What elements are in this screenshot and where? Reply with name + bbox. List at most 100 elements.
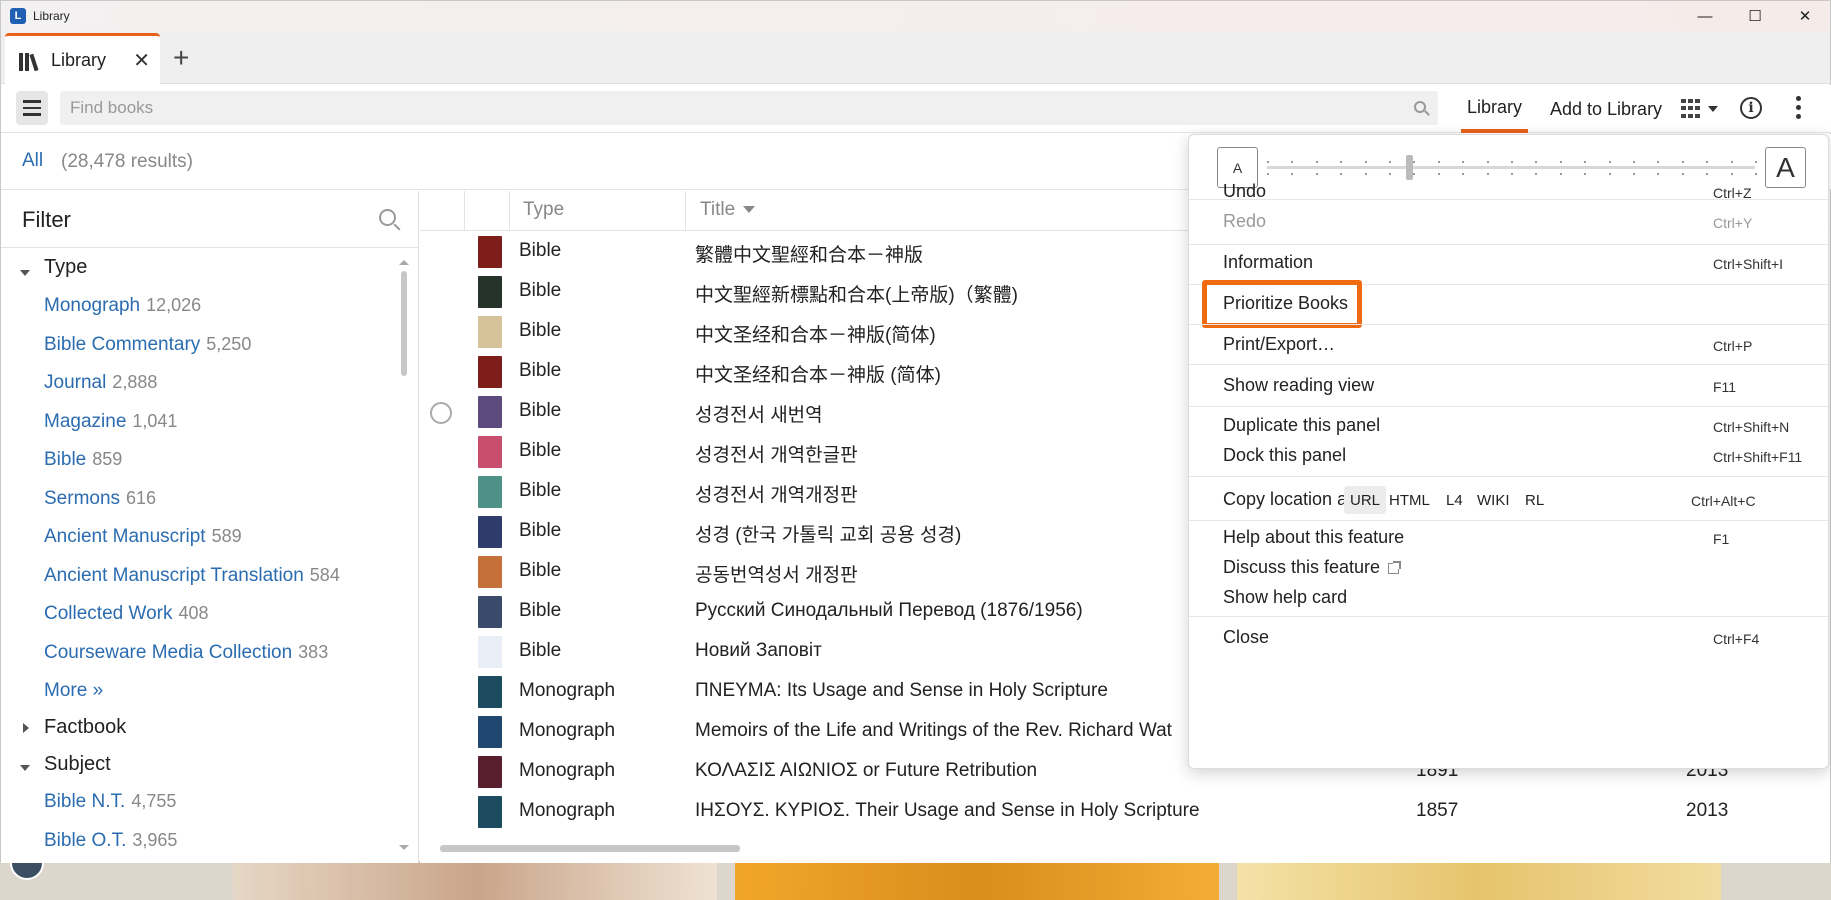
- cell-title[interactable]: ΙΗΣΟΥΣ. ΚΥΡΙΟΣ. Their Usage and Sense in…: [695, 800, 1200, 822]
- filter-item[interactable]: Sermons 616: [44, 488, 156, 510]
- column-header-title[interactable]: Title: [700, 199, 756, 221]
- filter-item[interactable]: Bible N.T. 4,755: [44, 791, 176, 813]
- copy-format-wiki[interactable]: WIKI: [1471, 486, 1516, 514]
- info-icon[interactable]: i: [1740, 97, 1762, 119]
- book-cover: [478, 316, 502, 348]
- slider-tick: [1559, 173, 1562, 175]
- caret-down-icon[interactable]: [20, 765, 30, 771]
- chevron-down-icon[interactable]: [1708, 106, 1718, 112]
- filter-item[interactable]: Courseware Media Collection 383: [44, 642, 328, 664]
- menu-item-redo[interactable]: Redo: [1223, 211, 1266, 232]
- filter-item[interactable]: Collected Work 408: [44, 603, 209, 625]
- menu-item-print-export[interactable]: Print/Export…: [1223, 334, 1335, 355]
- search-icon[interactable]: [379, 209, 396, 226]
- filter-scrollbar[interactable]: [401, 271, 407, 376]
- grid-view-icon[interactable]: [1681, 99, 1703, 119]
- cell-title[interactable]: 성경전서 개역한글판: [695, 440, 858, 467]
- filter-item[interactable]: Journal 2,888: [44, 372, 157, 394]
- horizontal-scrollbar[interactable]: [440, 845, 740, 852]
- menu-item-information[interactable]: Information: [1223, 252, 1313, 273]
- column-header-type[interactable]: Type: [523, 199, 564, 221]
- caret-down-icon[interactable]: [20, 270, 30, 276]
- add-tab-button[interactable]: +: [173, 44, 189, 72]
- tab-close-icon[interactable]: ✕: [133, 48, 150, 73]
- text-size-slider[interactable]: [1267, 166, 1755, 169]
- menu-item-dock-panel[interactable]: Dock this panel: [1223, 445, 1346, 466]
- row-select-radio[interactable]: [430, 402, 452, 424]
- menu-item-help-card[interactable]: Show help card: [1223, 587, 1347, 608]
- filter-group-factbook[interactable]: Factbook: [44, 716, 126, 739]
- filter-item[interactable]: Magazine 1,041: [44, 411, 177, 433]
- hamburger-menu-button[interactable]: [16, 91, 48, 125]
- filter-item[interactable]: Bible Commentary 5,250: [44, 334, 251, 356]
- more-options-icon[interactable]: [1796, 96, 1801, 119]
- cell-title[interactable]: 中文聖經新標點和合本(上帝版)（繁體): [695, 280, 1018, 307]
- results-count: (28,478 results): [61, 151, 194, 172]
- slider-tick: [1535, 161, 1538, 163]
- menu-item-duplicate-panel[interactable]: Duplicate this panel: [1223, 415, 1380, 436]
- cell-type: Bible: [519, 520, 562, 541]
- cell-title[interactable]: 繁體中文聖經和合本－神版: [695, 240, 923, 267]
- tab-library-view[interactable]: Library: [1461, 85, 1529, 133]
- menu-item-close[interactable]: Close: [1223, 627, 1269, 648]
- tab-add-to-library[interactable]: Add to Library: [1550, 85, 1662, 133]
- menu-item-reading-view[interactable]: Show reading view: [1223, 375, 1374, 396]
- filter-item[interactable]: Ancient Manuscript Translation 584: [44, 565, 340, 587]
- slider-tick: [1511, 161, 1513, 163]
- shortcut-close: Ctrl+F4: [1713, 631, 1760, 647]
- cell-title[interactable]: Новий Заповіт: [695, 640, 822, 662]
- scroll-up-icon[interactable]: [399, 260, 409, 265]
- cell-type: Bible: [519, 400, 562, 421]
- filter-header: Filter: [1, 191, 418, 248]
- cell-title[interactable]: 성경전서 개역개정판: [695, 480, 858, 507]
- slider-tick: [1340, 173, 1343, 175]
- filter-group-subject[interactable]: Subject: [44, 753, 111, 776]
- tab-library[interactable]: Library ✕: [5, 33, 160, 85]
- menu-item-undo[interactable]: Undo: [1223, 181, 1266, 202]
- maximize-button[interactable]: ☐: [1730, 1, 1780, 31]
- copy-format-l4[interactable]: L4: [1440, 486, 1469, 514]
- cell-title[interactable]: 공동번역성서 개정판: [695, 560, 858, 587]
- book-cover: [478, 436, 502, 468]
- slider-tick: [1315, 173, 1318, 175]
- filter-item[interactable]: Bible O.T. 3,965: [44, 830, 177, 852]
- cell-title[interactable]: Memoirs of the Life and Writings of the …: [695, 720, 1172, 742]
- minimize-button[interactable]: —: [1680, 1, 1730, 31]
- cell-title[interactable]: 中文圣经和合本－神版(简体): [695, 320, 936, 347]
- book-cover: [478, 396, 502, 428]
- filter-item[interactable]: Monograph 12,026: [44, 295, 201, 317]
- copy-format-html[interactable]: HTML: [1383, 486, 1436, 514]
- cell-title[interactable]: 中文圣经和合本－神版 (简体): [695, 360, 941, 387]
- copy-format-rl[interactable]: RL: [1519, 486, 1550, 514]
- increase-text-size-button[interactable]: A: [1765, 147, 1806, 188]
- cell-title[interactable]: ΚΟΛΑΣΙΣ ΑΙΩΝΙΟΣ or Future Retribution: [695, 760, 1037, 782]
- slider-tick: [1413, 173, 1416, 175]
- search-input[interactable]: Find books: [60, 91, 1438, 125]
- cell-type: Bible: [519, 320, 562, 341]
- cell-title[interactable]: Русский Синодальный Перевод (1876/1956): [695, 600, 1083, 622]
- slider-tick: [1584, 173, 1587, 175]
- scroll-down-icon[interactable]: [399, 845, 409, 850]
- cell-title[interactable]: 성경전서 새번역: [695, 400, 823, 427]
- slider-thumb[interactable]: [1405, 155, 1413, 180]
- close-window-button[interactable]: ✕: [1780, 1, 1830, 31]
- caret-right-icon[interactable]: [23, 723, 29, 733]
- all-filter-link[interactable]: All: [22, 150, 43, 172]
- slider-tick: [1584, 161, 1587, 163]
- menu-item-discuss[interactable]: Discuss this feature: [1223, 557, 1402, 578]
- book-cover: [478, 276, 502, 308]
- filter-group-type[interactable]: Type: [44, 256, 87, 279]
- cell-title[interactable]: 성경 (한국 가톨릭 교회 공용 성경): [695, 520, 961, 547]
- search-icon[interactable]: [1414, 101, 1426, 113]
- menu-item-prioritize-books[interactable]: Prioritize Books: [1223, 293, 1348, 314]
- filter-item[interactable]: Bible 859: [44, 449, 122, 471]
- slider-tick: [1755, 161, 1757, 163]
- table-row[interactable]: Monograph ΙΗΣΟΥΣ. ΚΥΡΙΟΣ. Their Usage and…: [420, 792, 1830, 832]
- filter-item[interactable]: Ancient Manuscript 589: [44, 526, 242, 548]
- more-link[interactable]: More »: [44, 680, 103, 702]
- cell-title[interactable]: ΠΝΕΥΜΑ: Its Usage and Sense in Holy Scri…: [695, 680, 1108, 702]
- background-tile: [1237, 860, 1721, 900]
- menu-item-help[interactable]: Help about this feature: [1223, 527, 1404, 548]
- copy-format-url[interactable]: URL: [1344, 486, 1387, 514]
- slider-tick: [1559, 161, 1562, 163]
